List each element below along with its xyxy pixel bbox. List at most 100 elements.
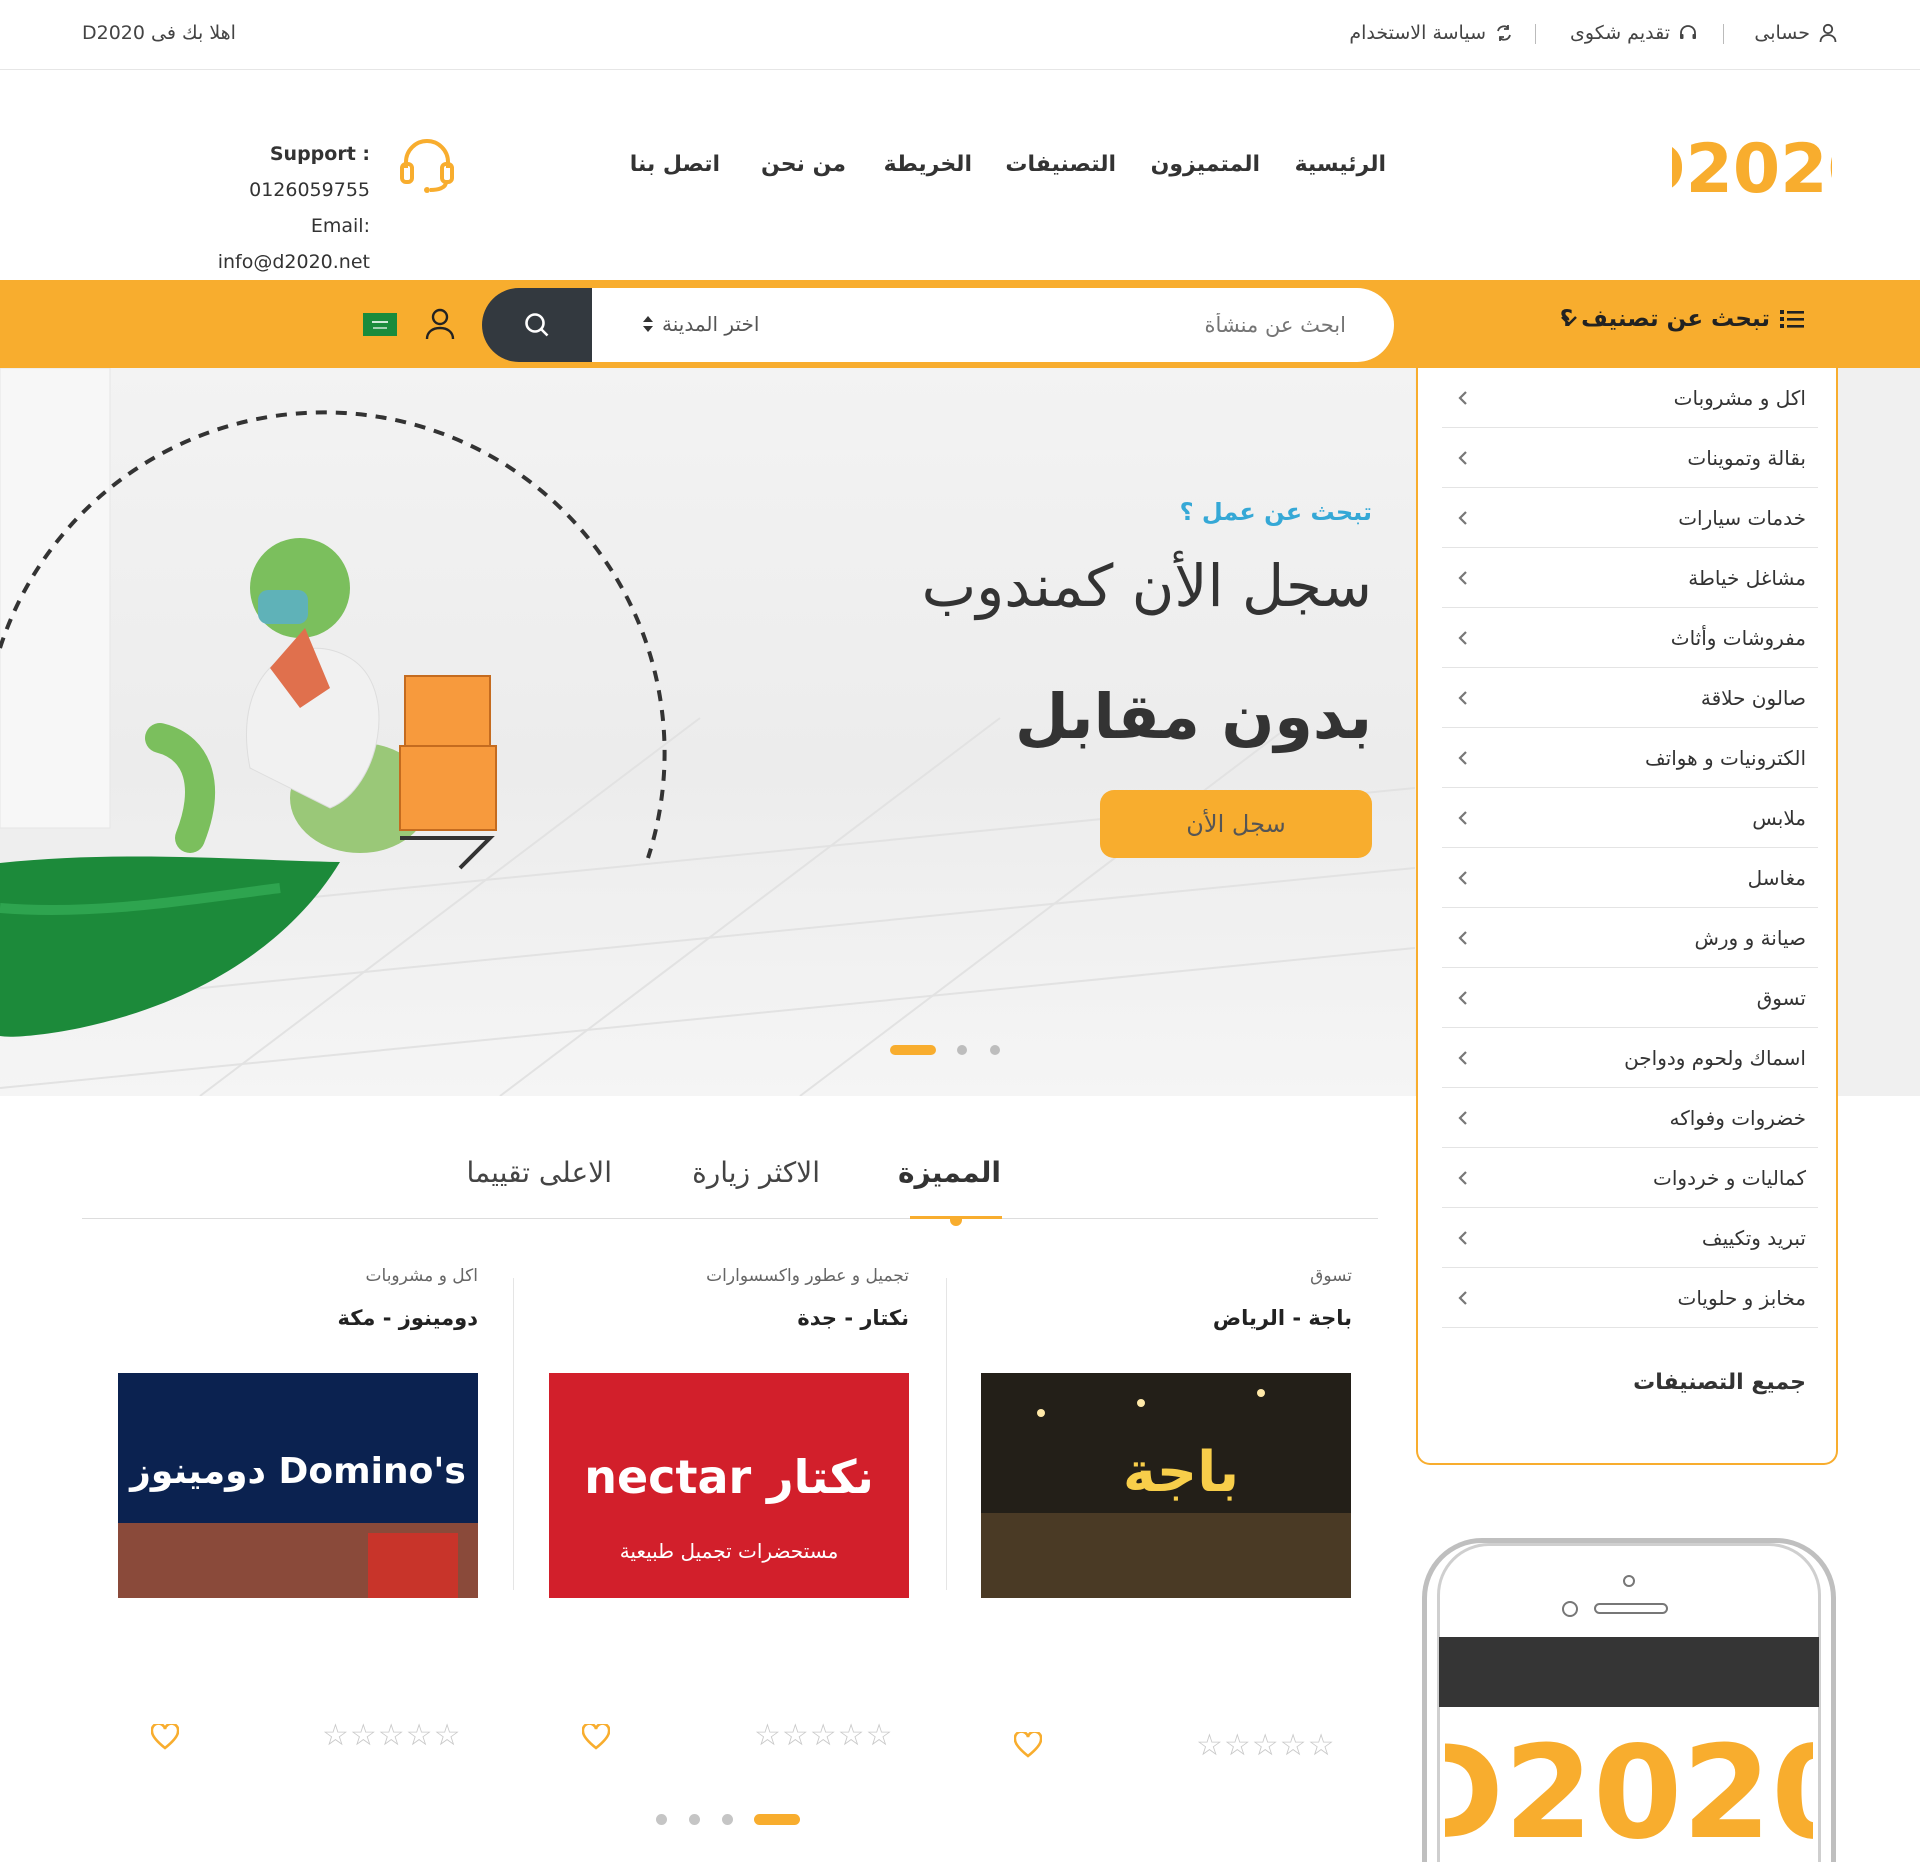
welcome-text: اهلا بك فى D2020: [82, 22, 236, 44]
site-logo[interactable]: D2020: [1629, 130, 1875, 210]
rating-stars[interactable]: ☆☆☆☆☆: [322, 1718, 461, 1753]
listing-category: اكل و مشروبات: [365, 1266, 478, 1286]
category-item-label: خضروات وفواكه: [1669, 1105, 1807, 1130]
register-now-button[interactable]: سجل الأن: [1100, 790, 1372, 858]
nav-featured[interactable]: المتميزون: [1151, 152, 1260, 177]
slider-dot-active[interactable]: [890, 1045, 936, 1055]
category-item[interactable]: مخابز و حلويات: [1442, 1268, 1818, 1328]
chevron-down-icon[interactable]: [1558, 310, 1580, 332]
complaint-link[interactable]: تقديم شكوى: [1570, 22, 1698, 44]
category-item[interactable]: خضروات وفواكه: [1442, 1088, 1818, 1148]
listing-image-text: Domino's دومينوز: [128, 1451, 466, 1492]
category-item-label: خدمات سيارات: [1678, 505, 1806, 530]
category-item-label: تبريد وتكييف: [1701, 1225, 1806, 1250]
heart-icon[interactable]: [151, 1724, 179, 1750]
chevron-left-icon: [1458, 450, 1467, 465]
rating-stars[interactable]: ☆☆☆☆☆: [754, 1718, 893, 1753]
all-categories-link[interactable]: جميع التصنيفات: [1633, 1370, 1806, 1395]
slider-dot[interactable]: [990, 1045, 1000, 1055]
rating-stars[interactable]: ☆☆☆☆☆: [1196, 1728, 1335, 1763]
slider-dot[interactable]: [957, 1045, 967, 1055]
support-email[interactable]: Email: info@d2020.net: [160, 208, 370, 280]
phone-screen-header: [1439, 1637, 1819, 1707]
divider: [1535, 24, 1536, 44]
top-bar: حسابى تقديم شكوى سياسة الاستخدام اهلا بك…: [0, 0, 1920, 70]
heart-icon[interactable]: [1014, 1732, 1042, 1758]
search-button[interactable]: [482, 288, 592, 362]
category-item[interactable]: كماليات و خردوات: [1442, 1148, 1818, 1208]
nav-categories[interactable]: التصنيفات: [1005, 152, 1116, 177]
listing-title[interactable]: دومينوز - مكة: [337, 1306, 478, 1330]
policy-link[interactable]: سياسة الاستخدام: [1349, 22, 1514, 44]
category-item-label: مفروشات وأثاث: [1670, 625, 1806, 650]
chevron-left-icon: [1458, 810, 1467, 825]
category-item-label: بقالة وتموينات: [1687, 445, 1806, 470]
listing-title[interactable]: باجة - الرياض: [1213, 1306, 1352, 1330]
account-link[interactable]: حسابى: [1754, 22, 1838, 44]
tab-most-visited[interactable]: الاكثر زيارة: [692, 1156, 820, 1189]
tab-featured[interactable]: المميزة: [898, 1156, 1001, 1189]
category-item-label: مغاسل: [1747, 865, 1806, 890]
chevron-left-icon: [1458, 630, 1467, 645]
category-item[interactable]: مغاسل: [1442, 848, 1818, 908]
carousel-dot[interactable]: [722, 1814, 733, 1825]
category-title: تبحث عن تصنيف ؟: [1559, 306, 1770, 332]
nav-home[interactable]: الرئيسية: [1295, 152, 1386, 177]
account-label: حسابى: [1754, 22, 1810, 44]
category-item[interactable]: مشاغل خياطة: [1442, 548, 1818, 608]
category-item[interactable]: صالون حلاقة: [1442, 668, 1818, 728]
headset-icon: [400, 139, 454, 193]
city-select[interactable]: اختر المدينة: [642, 312, 759, 336]
carousel-dot[interactable]: [689, 1814, 700, 1825]
search-field-wrap: اختر المدينة: [592, 288, 1394, 362]
logo-graphic: D2020: [1629, 130, 1875, 209]
nav-contact[interactable]: اتصل بنا: [630, 152, 720, 177]
category-item[interactable]: خدمات سيارات: [1442, 488, 1818, 548]
chevron-left-icon: [1458, 690, 1467, 705]
category-item[interactable]: اكل و مشروبات: [1442, 368, 1818, 428]
heart-icon[interactable]: [582, 1724, 610, 1750]
category-item[interactable]: الكترونيات و هواتف: [1442, 728, 1818, 788]
category-item[interactable]: تسوق: [1442, 968, 1818, 1028]
tab-top-rated[interactable]: الاعلى تقييما: [466, 1156, 612, 1189]
category-item[interactable]: صيانة و ورش: [1442, 908, 1818, 968]
listing-title[interactable]: نكتار - جدة: [797, 1306, 909, 1330]
support-phone[interactable]: 0126059755: [249, 179, 370, 201]
chevron-left-icon: [1458, 510, 1467, 525]
listing-image[interactable]: نكتار nectar مستحضرات تجميل طبيعية: [549, 1373, 909, 1598]
chevron-left-icon: [1458, 750, 1467, 765]
headset-icon: [1680, 25, 1696, 39]
category-dropdown-toggle[interactable]: تبحث عن تصنيف ؟: [1560, 306, 1804, 332]
nav-map[interactable]: الخريطة: [884, 152, 972, 177]
phone-logo-text: D2020: [1445, 1719, 1813, 1855]
welcome-label: اهلا بك فى D2020: [82, 22, 236, 44]
carousel-dot-active[interactable]: [754, 1814, 800, 1825]
user-icon[interactable]: [425, 308, 455, 340]
category-item[interactable]: مفروشات وأثاث: [1442, 608, 1818, 668]
search-input[interactable]: [966, 288, 1346, 362]
carousel-dot[interactable]: [656, 1814, 667, 1825]
support-info: Support : 0126059755 Email: info@d2020.n…: [160, 136, 370, 280]
phone-speaker-icon: [1562, 1575, 1668, 1617]
card-divider: [946, 1278, 947, 1590]
listing-image[interactable]: Domino's دومينوز: [118, 1373, 478, 1598]
chevron-left-icon: [1458, 390, 1467, 405]
chevron-left-icon: [1458, 1170, 1467, 1185]
nav-about[interactable]: من نحن: [761, 152, 846, 177]
chevron-left-icon: [1458, 930, 1467, 945]
category-item[interactable]: ملابس: [1442, 788, 1818, 848]
support-label: Support :: [269, 143, 370, 165]
category-item[interactable]: اسماك ولحوم ودواجن: [1442, 1028, 1818, 1088]
category-item[interactable]: تبريد وتكييف: [1442, 1208, 1818, 1268]
listing-image[interactable]: باجة: [981, 1373, 1351, 1598]
category-item-label: صالون حلاقة: [1700, 685, 1806, 710]
category-item-label: تسوق: [1756, 985, 1806, 1010]
chevron-left-icon: [1458, 1110, 1467, 1125]
saudi-flag-icon[interactable]: [363, 313, 397, 336]
refresh-icon: [1497, 25, 1511, 41]
chevron-left-icon: [1458, 1230, 1467, 1245]
category-item[interactable]: بقالة وتموينات: [1442, 428, 1818, 488]
logo-text: D2020: [1672, 130, 1832, 209]
active-tab-marker: [950, 1216, 962, 1226]
hero-heading: سجل الأن كمندوب: [921, 552, 1372, 620]
